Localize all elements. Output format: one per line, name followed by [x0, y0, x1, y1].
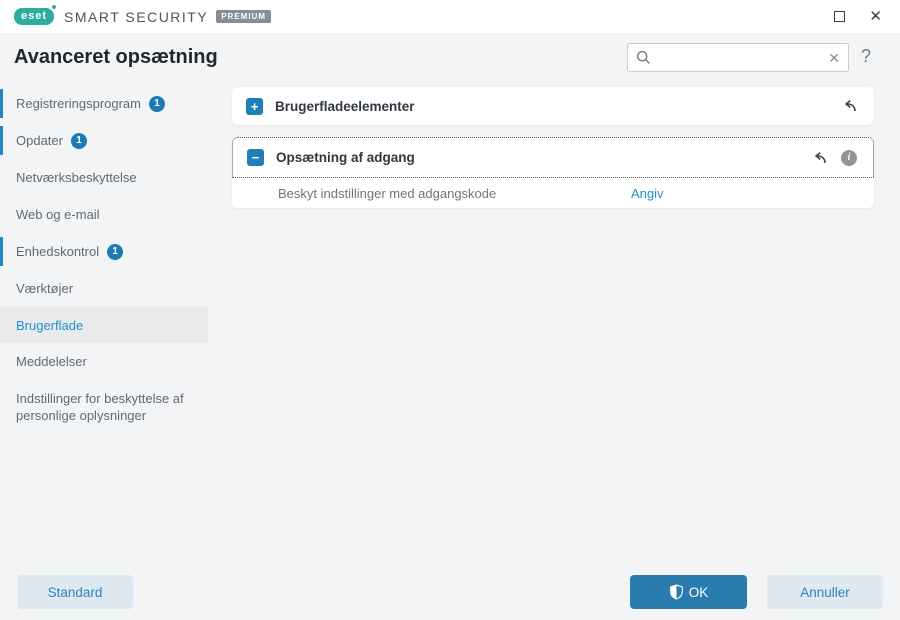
- eset-settings-window: eset SMART SECURITY PREMIUM ✕ Avanceret …: [0, 0, 900, 620]
- setting-label: Beskyt indstillinger med adgangskode: [278, 185, 497, 201]
- search-clear-icon[interactable]: ✕: [828, 51, 840, 65]
- sidebar-item-label: Brugerflade: [16, 317, 84, 333]
- cancel-button[interactable]: Annuller: [767, 575, 883, 609]
- search-box[interactable]: ✕: [627, 43, 849, 72]
- sidebar-item-meddelelser[interactable]: Meddelelser: [0, 343, 232, 380]
- sidebar-item-label: Indstillinger for beskyttelse af personl…: [16, 391, 184, 423]
- window-controls: ✕: [834, 0, 882, 33]
- title-bar: eset SMART SECURITY PREMIUM ✕: [0, 0, 900, 33]
- sidebar-item-label: Opdater: [16, 133, 63, 148]
- attention-accent-bar: [0, 237, 3, 266]
- info-icon[interactable]: i: [841, 149, 857, 166]
- sidebar-item-netvaerksbeskyttelse[interactable]: Netværksbeskyttelse: [0, 159, 232, 196]
- setting-row-password-protect: Beskyt indstillinger med adgangskode Ang…: [232, 178, 874, 208]
- ok-button-label: OK: [688, 584, 709, 600]
- section-header-brugerfladeelementer[interactable]: + Brugerfladeelementer: [232, 87, 874, 125]
- sidebar-item-web-og-email[interactable]: Web og e-mail: [0, 196, 232, 233]
- section-title: Brugerfladeelementer: [275, 98, 415, 114]
- settings-content: + Brugerfladeelementer − Opsætning af ad…: [232, 87, 874, 220]
- product-name: SMART SECURITY: [64, 8, 209, 25]
- sidebar-item-brugerflade[interactable]: Brugerflade: [0, 307, 208, 343]
- section-brugerfladeelementer: + Brugerfladeelementer: [232, 87, 874, 125]
- section-opsaetning-af-adgang: − Opsætning af adgang i Beskyt indstilli…: [232, 137, 874, 208]
- uac-shield-icon: [669, 584, 683, 600]
- attention-accent-bar: [0, 126, 3, 155]
- revert-to-default-icon[interactable]: [811, 150, 828, 166]
- notification-badge: 1: [149, 95, 165, 112]
- sidebar-item-label: Web og e-mail: [16, 207, 100, 222]
- standard-button[interactable]: Standard: [17, 575, 133, 609]
- expand-plus-icon[interactable]: +: [246, 97, 263, 115]
- section-header-opsaetning-af-adgang[interactable]: − Opsætning af adgang i: [232, 137, 874, 178]
- sidebar-item-enhedskontrol[interactable]: Enhedskontrol 1: [0, 233, 232, 270]
- notification-badge: 1: [107, 243, 124, 260]
- sidebar-item-label: Meddelelser: [16, 354, 87, 369]
- sidebar-item-vaerktoejer[interactable]: Værktøjer: [0, 270, 232, 307]
- attention-accent-bar: [0, 89, 3, 118]
- sidebar-item-opdater[interactable]: Opdater 1: [0, 122, 232, 159]
- cancel-button-label: Annuller: [800, 584, 850, 600]
- page-title: Avanceret opsætning: [14, 46, 218, 68]
- notification-badge: 1: [70, 132, 87, 149]
- ok-button[interactable]: OK: [630, 575, 747, 609]
- search-input[interactable]: [651, 50, 829, 65]
- revert-to-default-icon[interactable]: [841, 98, 858, 114]
- help-icon[interactable]: ?: [861, 46, 871, 67]
- sidebar-item-label: Enhedskontrol: [16, 244, 100, 259]
- maximize-icon[interactable]: [834, 11, 846, 22]
- close-icon[interactable]: ✕: [869, 9, 882, 24]
- search-icon: [636, 50, 650, 64]
- sidebar-item-registreringsprogram[interactable]: Registreringsprogram 1: [0, 85, 232, 122]
- sidebar-item-label: Registreringsprogram: [16, 96, 141, 111]
- sidebar-nav: Registreringsprogram 1 Opdater 1 Netværk…: [0, 85, 232, 432]
- collapse-minus-icon[interactable]: −: [247, 149, 264, 166]
- sidebar-item-indstillinger-beskyttelse[interactable]: Indstillinger for beskyttelse af personl…: [0, 380, 232, 432]
- standard-button-label: Standard: [47, 584, 103, 600]
- sidebar-item-label: Værktøjer: [16, 281, 74, 296]
- sidebar-item-label: Netværksbeskyttelse: [16, 170, 137, 185]
- premium-badge: PREMIUM: [216, 10, 271, 23]
- eset-logo: eset: [14, 5, 57, 25]
- angiv-link[interactable]: Angiv: [631, 186, 664, 201]
- section-title: Opsætning af adgang: [276, 150, 415, 165]
